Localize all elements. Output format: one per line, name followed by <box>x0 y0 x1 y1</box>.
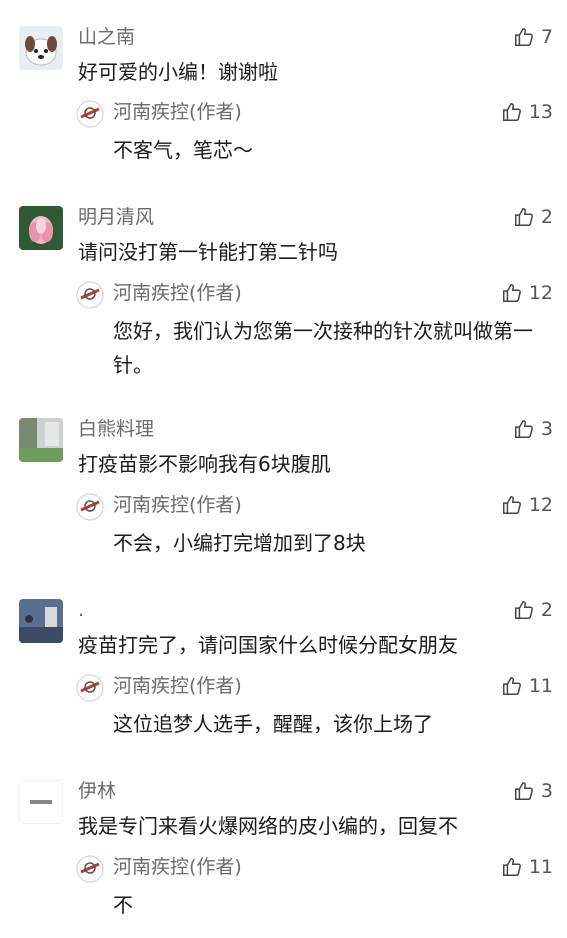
commenter-name[interactable]: 山之南 <box>78 24 135 50</box>
author-avatar[interactable] <box>76 855 104 883</box>
author-avatar[interactable] <box>76 493 104 521</box>
avatar[interactable] <box>19 418 63 462</box>
author-avatar[interactable] <box>76 281 104 309</box>
thumb-up-icon <box>502 858 521 876</box>
like-count: 3 <box>540 418 553 440</box>
comment-text: 好可爱的小编！谢谢啦 <box>78 60 278 84</box>
commenter-name[interactable]: 明月清风 <box>78 204 154 230</box>
comment-text: 疫苗打完了，请问国家什么时候分配女朋友 <box>78 633 458 657</box>
author-avatar[interactable] <box>76 674 104 702</box>
reply-text: 不 <box>113 893 133 917</box>
like-count: 11 <box>528 856 553 878</box>
reply-text: 不客气，笔芯～ <box>113 138 253 162</box>
comment-text: 打疫苗影不影响我有6块腹肌 <box>78 452 331 476</box>
like-count: 2 <box>540 599 553 621</box>
commenter-name[interactable]: . <box>78 597 84 623</box>
thumb-up-icon <box>514 28 533 46</box>
thumb-up-icon <box>514 208 533 226</box>
like-button[interactable]: 12 <box>501 280 553 306</box>
reply-text: 您好，我们认为您第一次接种的针次就叫做第一针。 <box>113 319 533 377</box>
reply-text: 不会，小编打完增加到了8块 <box>113 531 366 555</box>
thumb-up-icon <box>514 420 533 438</box>
author-name[interactable]: 河南疾控(作者) <box>113 280 242 306</box>
avatar[interactable] <box>19 206 63 250</box>
like-count: 7 <box>540 26 553 48</box>
author-avatar[interactable] <box>76 100 104 128</box>
thumb-up-icon <box>514 782 533 800</box>
author-name[interactable]: 河南疾控(作者) <box>113 854 242 880</box>
like-count: 11 <box>528 675 553 697</box>
avatar[interactable] <box>19 599 63 643</box>
like-count: 3 <box>540 780 553 802</box>
like-button[interactable]: 2 <box>513 204 553 230</box>
commenter-name[interactable]: 伊林 <box>78 778 116 804</box>
commenter-name[interactable]: 白熊料理 <box>78 416 154 442</box>
like-button[interactable]: 11 <box>501 854 553 880</box>
like-button[interactable]: 3 <box>513 778 553 804</box>
like-button[interactable]: 13 <box>501 99 553 125</box>
thumb-up-icon <box>502 103 521 121</box>
like-count: 2 <box>540 206 553 228</box>
thumb-up-icon <box>502 677 521 695</box>
like-button[interactable]: 11 <box>501 673 553 699</box>
like-button[interactable]: 2 <box>513 597 553 623</box>
like-button[interactable]: 7 <box>513 24 553 50</box>
avatar[interactable] <box>19 26 63 70</box>
author-name[interactable]: 河南疾控(作者) <box>113 492 242 518</box>
like-count: 12 <box>528 494 553 516</box>
like-count: 13 <box>528 101 553 123</box>
author-name[interactable]: 河南疾控(作者) <box>113 673 242 699</box>
avatar[interactable] <box>19 780 63 824</box>
thumb-up-icon <box>514 601 533 619</box>
comment-text: 请问没打第一针能打第二针吗 <box>78 240 338 264</box>
like-button[interactable]: 3 <box>513 416 553 442</box>
thumb-up-icon <box>502 496 521 514</box>
like-button[interactable]: 12 <box>501 492 553 518</box>
thumb-up-icon <box>502 284 521 302</box>
reply-text: 这位追梦人选手，醒醒，该你上场了 <box>113 712 433 736</box>
like-count: 12 <box>528 282 553 304</box>
author-name[interactable]: 河南疾控(作者) <box>113 99 242 125</box>
comment-text: 我是专门来看火爆网络的皮小编的，回复不 <box>78 814 458 838</box>
